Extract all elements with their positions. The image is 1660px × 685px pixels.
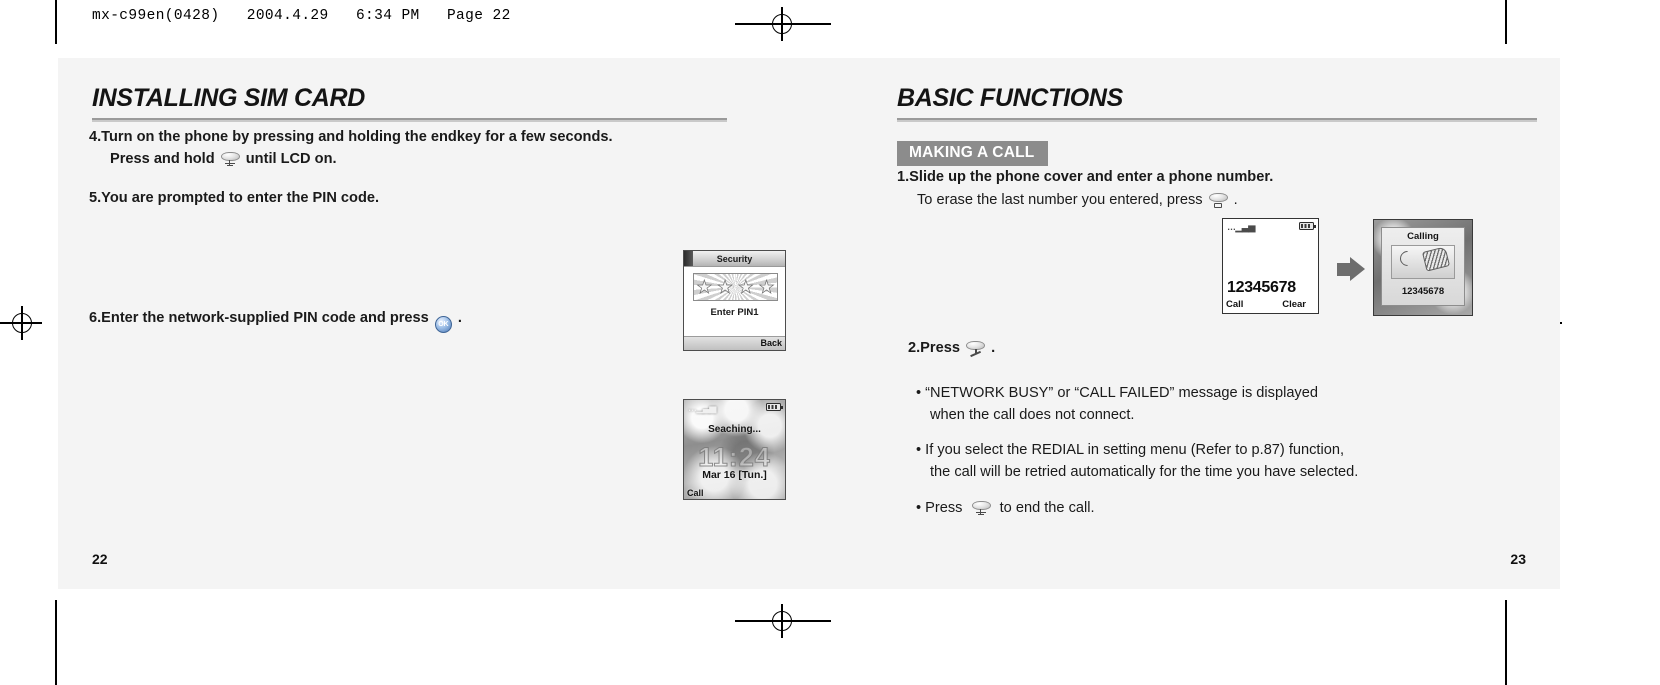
pin-star-icon: ★ [696,276,713,297]
left-section-title: INSTALLING SIM CARD [92,84,365,112]
enter-pin-label: Enter PIN1 [710,307,759,318]
battery-icon [766,403,783,411]
bullet-1-line-2: when the call does not connect. [930,407,1135,423]
manual-page-spread: INSTALLING SIM CARD 4.Turn on the phone … [58,58,1560,589]
registration-mark-bottom [765,604,799,638]
left-step-6: 6.Enter the network-supplied PIN code an… [89,308,462,333]
registration-mark-left [5,306,39,340]
right-step-1-substep: To erase the last number you entered, pr… [917,190,1238,211]
calling-screen-inner: Calling 12345678 [1381,227,1465,306]
left-step-4-substep-post: until LCD on. [245,151,337,167]
softkey-clear[interactable]: Clear [1282,299,1306,310]
battery-icon [1299,222,1316,230]
crop-mark-top-left-vertical [55,0,57,44]
bullet-dot-icon: • [916,442,926,458]
bullet-dot-icon: • [916,500,926,516]
bullet-2-line-1: • If you select the REDIAL in setting me… [916,440,1344,461]
calling-animation-icon [1391,245,1455,279]
crop-mark-bottom-right-vertical [1505,600,1507,685]
bullet-1-line-1: • “NETWORK BUSY” or “CALL FAILED” messag… [916,383,1318,404]
signal-icon: …▁▃▅ [1227,222,1255,232]
security-screen-tab-icon [684,251,693,266]
right-page: BASIC FUNCTIONS MAKING A CALL 1.Slide up… [809,58,1560,589]
calling-screen: Calling 12345678 [1373,219,1473,316]
pin-star-field: ★ ★ ★ ★ [693,273,778,301]
registration-mark-top [765,7,799,41]
bullet-dot-icon: • [916,385,926,401]
pin-star-icon: ★ [737,276,754,297]
bullet-3-post: to end the call. [999,500,1095,516]
left-step-4: 4.Turn on the phone by pressing and hold… [89,129,613,145]
end-key-icon [971,501,991,516]
pin-star-icon: ★ [758,276,775,297]
end-key-icon [220,152,240,167]
softkey-back[interactable]: Back [760,337,782,350]
right-step-2-post: . [991,340,996,356]
dial-screen-softkey-bar: Call Clear [1223,299,1318,312]
security-screen-softkey-bar: Back [684,336,785,350]
searching-screen: …▁▃▅ Seaching... 11:24 Mar 16 [Tun.] Cal… [683,399,786,500]
security-screen-title: Security [716,254,753,264]
bullet-3-line-1: • Press to end the call. [916,498,1095,519]
right-page-number: 23 [1510,551,1526,567]
left-page: INSTALLING SIM CARD 4.Turn on the phone … [58,58,809,589]
dial-screen: …▁▃▅ 12345678 Call Clear [1222,218,1319,314]
left-step-5: 5.You are prompted to enter the PIN code… [89,190,380,206]
dialed-number: 12345678 [1227,279,1296,296]
bullet-2-line-2: the call will be retried automatically f… [930,464,1359,480]
right-step-1: 1.Slide up the phone cover and enter a p… [897,169,1274,185]
making-a-call-subbar: MAKING A CALL [897,141,1049,166]
searching-status-label: Seaching... [708,424,761,435]
left-step-6-pre: 6.Enter the network-supplied PIN code an… [89,310,429,326]
left-step-4-substep: Press and hold until LCD on. [110,149,337,170]
bullet-3-pre: Press [925,500,963,516]
ok-key-icon: OK [434,316,452,333]
left-section-rule [92,118,727,122]
signal-icon: …▁▃▅ [688,403,716,413]
left-step-6-post: . [457,310,462,326]
pin-star-icon: ★ [717,276,734,297]
right-step-1-substep-pre: To erase the last number you entered, pr… [917,192,1203,208]
calling-title: Calling [1407,231,1439,242]
left-page-number: 22 [92,551,108,567]
right-step-1-substep-post: . [1233,192,1238,208]
left-step-4-substep-pre: Press and hold [110,151,215,167]
bullet-1-text-1: “NETWORK BUSY” or “CALL FAILED” message … [925,385,1318,401]
send-key-icon [966,341,985,357]
softkey-call[interactable]: Call [687,488,704,498]
calling-number: 12345678 [1401,286,1445,297]
right-step-2-pre: 2.Press [908,340,960,356]
date-display: Mar 16 [Tun.] [702,469,767,481]
scan-header-text: mx-c99en(0428) 2004.4.29 6:34 PM Page 22 [92,8,511,24]
clear-key-icon [1208,193,1228,208]
softkey-call[interactable]: Call [1226,299,1243,310]
crop-mark-bottom-left-vertical [55,600,57,685]
bullet-2-text-1: If you select the REDIAL in setting menu… [925,442,1345,458]
security-screen-titlebar: Security [684,251,785,267]
crop-mark-top-right-vertical [1505,0,1507,44]
right-section-title: BASIC FUNCTIONS [897,84,1124,112]
right-step-2: 2.Press . [908,338,995,359]
right-section-rule [897,118,1537,122]
security-screen: Security ★ ★ ★ ★ Enter PIN1 Back [683,250,786,351]
